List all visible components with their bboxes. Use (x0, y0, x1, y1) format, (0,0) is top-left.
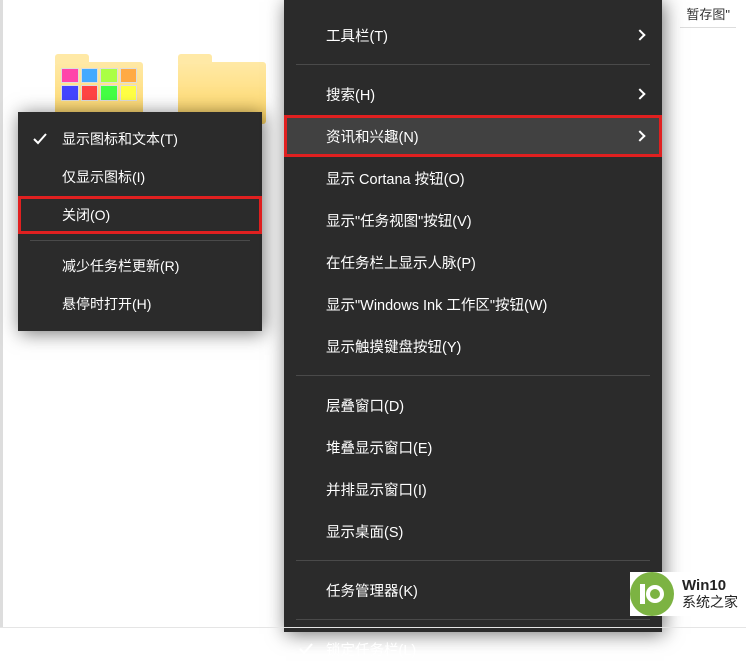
chevron-right-icon (634, 29, 645, 40)
menu-item-label: 资讯和兴趣(N) (326, 126, 419, 147)
menu-item-label: 显示"任务视图"按钮(V) (326, 210, 472, 231)
win10-badge-icon (630, 572, 674, 616)
menu-item-lock-taskbar[interactable]: 锁定任务栏(L) (284, 628, 662, 670)
submenu-item-show-icon-only[interactable]: 仅显示图标(I) (18, 158, 262, 196)
menu-item-show-ink-workspace[interactable]: 显示"Windows Ink 工作区"按钮(W) (284, 283, 662, 325)
menu-item-cascade-windows[interactable]: 层叠窗口(D) (284, 384, 662, 426)
left-separator (0, 0, 3, 628)
menu-item-label: 堆叠显示窗口(E) (326, 437, 432, 458)
menu-item-label: 显示触摸键盘按钮(Y) (326, 336, 461, 357)
menu-item-label: 显示桌面(S) (326, 521, 403, 542)
menu-separator (296, 375, 650, 376)
chevron-right-icon (634, 88, 645, 99)
menu-separator (296, 64, 650, 65)
menu-item-show-people[interactable]: 在任务栏上显示人脉(P) (284, 241, 662, 283)
watermark-logo: Win10 系统之家 (630, 572, 738, 616)
menu-item-show-desktop[interactable]: 显示桌面(S) (284, 510, 662, 552)
submenu-item-label: 仅显示图标(I) (62, 167, 145, 187)
watermark-text: Win10 系统之家 (682, 578, 738, 610)
menu-item-stack-windows[interactable]: 堆叠显示窗口(E) (284, 426, 662, 468)
submenu-item-label: 显示图标和文本(T) (62, 129, 178, 149)
menu-separator (30, 240, 250, 241)
menu-item-show-cortana[interactable]: 显示 Cortana 按钮(O) (284, 157, 662, 199)
menu-item-show-touch-keyboard[interactable]: 显示触摸键盘按钮(Y) (284, 325, 662, 367)
watermark-line1: Win10 (682, 578, 738, 595)
watermark-line2: 系统之家 (682, 595, 738, 610)
menu-item-task-manager[interactable]: 任务管理器(K) (284, 569, 662, 611)
submenu-item-open-on-hover[interactable]: 悬停时打开(H) (18, 285, 262, 323)
menu-item-side-by-side[interactable]: 并排显示窗口(I) (284, 468, 662, 510)
taskbar-context-menu[interactable]: 工具栏(T) 搜索(H) 资讯和兴趣(N) 显示 Cortana 按钮(O) 显… (284, 0, 662, 632)
partial-tooltip: 暂存图" (680, 2, 736, 28)
menu-item-label: 显示 Cortana 按钮(O) (326, 168, 465, 189)
menu-item-label: 并排显示窗口(I) (326, 479, 427, 500)
news-interests-submenu[interactable]: 显示图标和文本(T) 仅显示图标(I) 关闭(O) 减少任务栏更新(R) 悬停时… (18, 112, 262, 331)
menu-item-search[interactable]: 搜索(H) (284, 73, 662, 115)
submenu-item-show-icon-text[interactable]: 显示图标和文本(T) (18, 120, 262, 158)
menu-item-show-taskview[interactable]: 显示"任务视图"按钮(V) (284, 199, 662, 241)
submenu-item-close[interactable]: 关闭(O) (18, 196, 262, 234)
menu-item-label: 工具栏(T) (326, 25, 388, 46)
menu-item-toolbars[interactable]: 工具栏(T) (284, 14, 662, 56)
submenu-item-label: 关闭(O) (62, 205, 110, 225)
check-icon (32, 131, 48, 147)
bottom-divider (0, 627, 746, 628)
submenu-item-label: 减少任务栏更新(R) (62, 256, 179, 276)
menu-item-label: 显示"Windows Ink 工作区"按钮(W) (326, 294, 547, 315)
menu-item-label: 任务管理器(K) (326, 580, 418, 601)
menu-separator (296, 560, 650, 561)
menu-item-label: 锁定任务栏(L) (326, 639, 416, 660)
submenu-item-label: 悬停时打开(H) (62, 294, 151, 314)
folder-thumbnails (61, 68, 137, 118)
check-icon (298, 641, 314, 657)
menu-item-label: 层叠窗口(D) (326, 395, 404, 416)
menu-item-label: 在任务栏上显示人脉(P) (326, 252, 476, 273)
submenu-item-reduce-updates[interactable]: 减少任务栏更新(R) (18, 247, 262, 285)
menu-item-news-interests[interactable]: 资讯和兴趣(N) (284, 115, 662, 157)
menu-separator (296, 619, 650, 620)
menu-item-label: 搜索(H) (326, 84, 375, 105)
chevron-right-icon (634, 130, 645, 141)
